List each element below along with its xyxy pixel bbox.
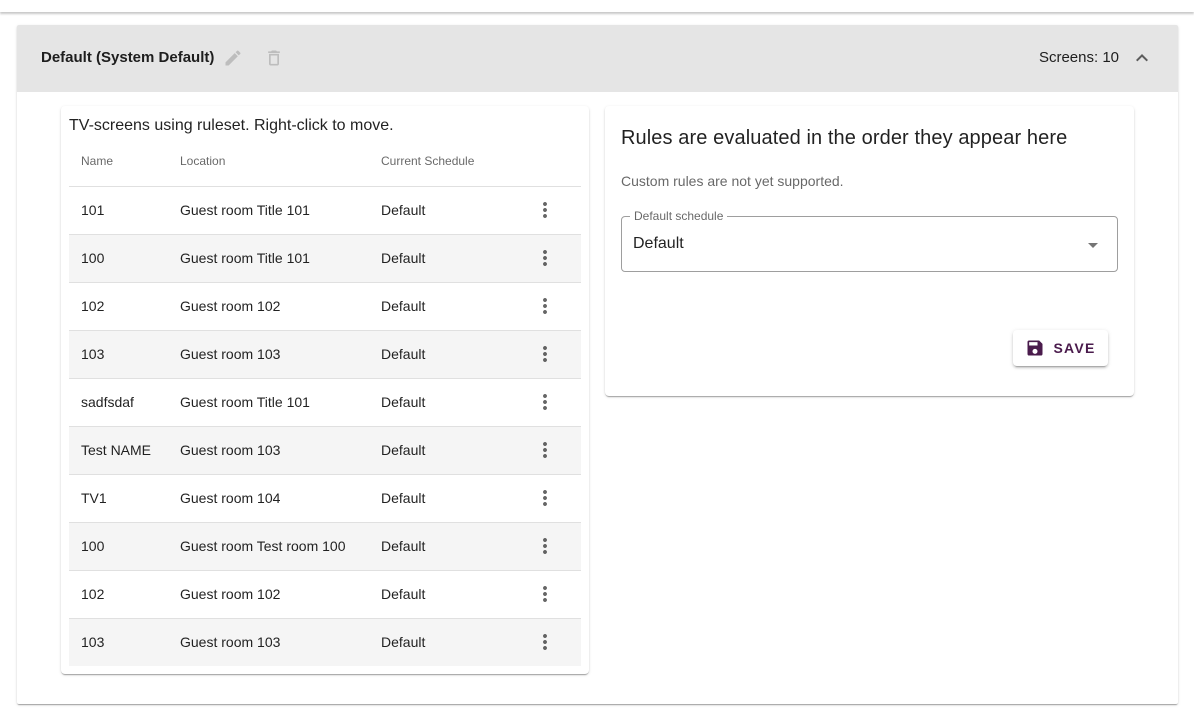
screen-name: 102 [81,586,105,602]
trash-icon [268,50,280,66]
row-menu-button[interactable] [533,582,557,606]
ruleset-panel: Default (System Default) Screens: 10 TV-… [17,25,1178,704]
rules-title: Rules are evaluated in the order they ap… [621,127,1068,149]
screen-location: Guest room Title 101 [180,202,310,218]
screen-name: 102 [81,298,105,314]
table-row[interactable]: 102 Guest room 102 Default [69,283,581,331]
table-row[interactable]: 100 Guest room Test room 100 Default [69,523,581,571]
screens-card: TV-screens using ruleset. Right-click to… [61,106,589,674]
more-vert-icon [543,634,547,650]
row-menu-button[interactable] [533,630,557,654]
screen-name: 103 [81,634,105,650]
screen-schedule: Default [381,442,426,458]
save-button-label: SAVE [1053,340,1096,356]
screen-location: Guest room 103 [180,346,281,362]
screen-name: 100 [81,538,105,554]
table-row[interactable]: sadfsdaf Guest room Title 101 Default [69,379,581,427]
table-row[interactable]: 101 Guest room Title 101 Default [69,187,581,235]
screen-schedule: Default [381,538,426,554]
table-row[interactable]: 102 Guest room 102 Default [69,571,581,619]
screen-location: Guest room 104 [180,490,281,506]
screens-caption: TV-screens using ruleset. Right-click to… [69,117,394,134]
screen-location: Guest room Test room 100 [180,538,346,554]
screen-name: 103 [81,346,105,362]
screen-name: 101 [81,202,105,218]
screen-schedule: Default [381,586,426,602]
chevron-up-icon [1136,54,1148,62]
column-header-location: Location [180,154,226,168]
more-vert-icon [543,346,547,362]
table-row[interactable]: 103 Guest room 103 Default [69,331,581,379]
more-vert-icon [543,394,547,410]
more-vert-icon [543,202,547,218]
row-menu-button[interactable] [533,246,557,270]
screen-name: TV1 [81,490,107,506]
screen-schedule: Default [381,490,426,506]
row-menu-button[interactable] [533,198,557,222]
screen-name: 100 [81,250,105,266]
screen-location: Guest room Title 101 [180,394,310,410]
screen-name: Test NAME [81,442,152,458]
delete-ruleset-button[interactable] [262,46,286,70]
column-header-current-schedule: Current Schedule [381,154,475,168]
screen-schedule: Default [381,202,426,218]
table-row[interactable]: 100 Guest room Title 101 Default [69,235,581,283]
default-schedule-select[interactable]: Default schedule Default [621,209,1118,272]
rules-card: Rules are evaluated in the order they ap… [605,106,1134,396]
more-vert-icon [543,250,547,266]
row-menu-button[interactable] [533,294,557,318]
table-row[interactable]: 103 Guest room 103 Default [69,619,581,666]
more-vert-icon [543,298,547,314]
default-schedule-label: Default schedule [630,209,728,223]
more-vert-icon [543,442,547,458]
screen-name: sadfsdaf [81,394,134,410]
screen-location: Guest room Title 101 [180,250,310,266]
screen-location: Guest room 102 [180,298,281,314]
screen-schedule: Default [381,346,426,362]
ruleset-panel-header[interactable]: Default (System Default) Screens: 10 [17,25,1178,92]
top-app-bar [0,0,1194,12]
default-schedule-value: Default [633,235,684,252]
floppy-disk-icon [1025,338,1045,358]
screen-schedule: Default [381,394,426,410]
caret-down-icon [1081,233,1105,257]
save-button[interactable]: SAVE [1013,330,1108,366]
pencil-icon [225,50,241,66]
table-row[interactable]: Test NAME Guest room 103 Default [69,427,581,475]
screen-location: Guest room 103 [180,442,281,458]
collapse-button[interactable] [1130,46,1154,70]
ruleset-title: Default (System Default) [41,49,215,66]
screen-location: Guest room 102 [180,586,281,602]
more-vert-icon [543,538,547,554]
screen-schedule: Default [381,634,426,650]
screen-schedule: Default [381,298,426,314]
screen-schedule: Default [381,250,426,266]
column-header-name: Name [81,154,114,168]
more-vert-icon [543,586,547,602]
edit-ruleset-button[interactable] [221,46,245,70]
table-body: 101 Guest room Title 101 Default 100 Guest r… [69,187,581,666]
more-vert-icon [543,490,547,506]
screens-count: Screens: 10 [1038,49,1119,66]
screen-location: Guest room 103 [180,634,281,650]
row-menu-button[interactable] [533,534,557,558]
table-header: Name Location Current Schedule [69,147,581,187]
row-menu-button[interactable] [533,390,557,414]
screens-table: Name Location Current Schedule 101 Guest … [69,147,581,666]
table-row[interactable]: TV1 Guest room 104 Default [69,475,581,523]
row-menu-button[interactable] [533,486,557,510]
row-menu-button[interactable] [533,438,557,462]
row-menu-button[interactable] [533,342,557,366]
rules-note: Custom rules are not yet supported. [621,173,844,189]
